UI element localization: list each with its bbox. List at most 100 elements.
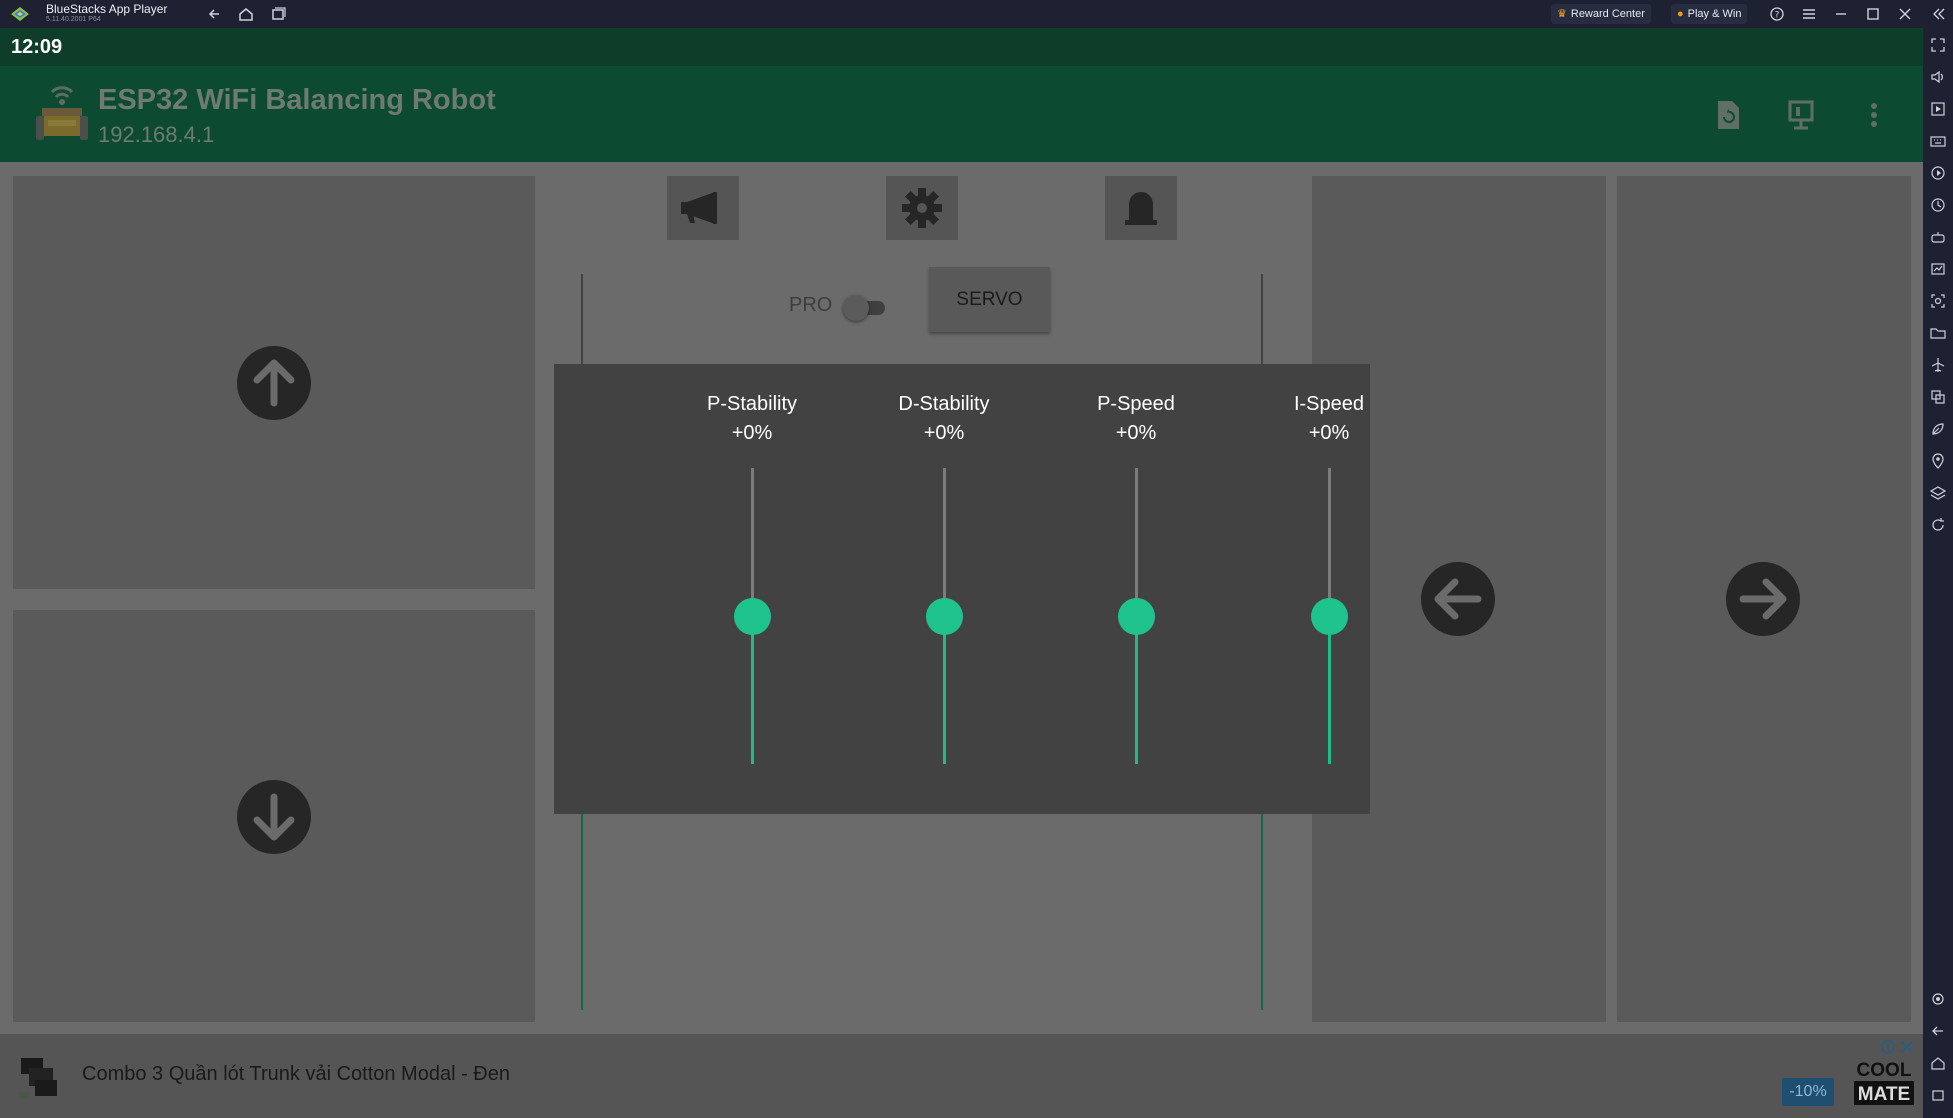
- ad-title[interactable]: Combo 3 Quần lót Trunk vải Cotton Modal …: [82, 1063, 510, 1086]
- help-icon[interactable]: ?: [1767, 4, 1787, 24]
- rotate-icon[interactable]: [1929, 516, 1947, 534]
- multi-instance-icon[interactable]: [1929, 388, 1947, 406]
- ad-product-image: [17, 1052, 63, 1102]
- presentation-icon[interactable]: [1786, 98, 1816, 132]
- bluestacks-logo-icon: [10, 5, 30, 23]
- android-back-icon[interactable]: [1929, 1022, 1947, 1040]
- settings-button[interactable]: [886, 176, 958, 240]
- ad-brand-logo: COOL MATE: [1852, 1054, 1916, 1108]
- back-icon[interactable]: [205, 4, 225, 24]
- recent-apps-icon[interactable]: [268, 4, 288, 24]
- slider-label: D-Stability: [898, 393, 990, 415]
- more-vertical-icon[interactable]: [1859, 98, 1889, 132]
- coin-icon: ●: [1677, 8, 1684, 20]
- slider-label: P-Speed: [1097, 393, 1175, 415]
- alarm-bell-icon: [1125, 192, 1157, 225]
- slider-label: P-Stability: [706, 393, 798, 415]
- bluestacks-titlebar: BlueStacks App Player 5.11.40.2001 P64 ♛…: [0, 0, 1953, 28]
- slider-label: I-Speed: [1293, 393, 1365, 415]
- ad-banner[interactable]: Combo 3 Quần lót Trunk vải Cotton Modal …: [0, 1034, 1923, 1118]
- reward-center-label: Reward Center: [1570, 8, 1645, 20]
- horn-button[interactable]: [667, 176, 739, 240]
- right-guide-line-accent: [1261, 814, 1263, 1010]
- turn-right-pad[interactable]: [1617, 176, 1911, 1022]
- ad-info-icon[interactable]: [1881, 1040, 1895, 1054]
- maximize-icon[interactable]: [1863, 4, 1883, 24]
- bluestacks-sidebar: [1923, 28, 1953, 1118]
- reward-center-button[interactable]: ♛ Reward Center: [1551, 4, 1651, 24]
- arrow-right-icon[interactable]: [1726, 562, 1800, 636]
- left-guide-line: [581, 274, 583, 366]
- eco-mode-icon[interactable]: [1929, 420, 1947, 438]
- close-icon[interactable]: [1895, 4, 1915, 24]
- svg-text:MATE: MATE: [1858, 1084, 1910, 1105]
- crown-icon: ♛: [1557, 8, 1567, 20]
- app-title: ESP32 WiFi Balancing Robot: [98, 84, 496, 116]
- backward-pad[interactable]: [13, 610, 535, 1022]
- slider-p-stability[interactable]: P-Stability +0%: [672, 364, 832, 814]
- svg-text:?: ?: [1775, 11, 1780, 21]
- file-refresh-icon[interactable]: [1713, 98, 1743, 132]
- app-player-version: 5.11.40.2001 P64: [46, 16, 101, 23]
- slider-thumb[interactable]: [734, 597, 771, 635]
- slider-d-stability[interactable]: D-Stability +0%: [864, 364, 1024, 814]
- robot-logo-icon: [34, 78, 90, 144]
- pro-toggle[interactable]: [843, 291, 891, 321]
- screen-record-icon[interactable]: [1929, 100, 1947, 118]
- slider-thumb[interactable]: [1311, 597, 1348, 635]
- slider-fill: [943, 616, 946, 764]
- svg-text:COOL: COOL: [1857, 1060, 1912, 1081]
- home-icon[interactable]: [236, 4, 256, 24]
- arrow-up-icon[interactable]: [237, 346, 311, 420]
- play-win-button[interactable]: ● Play & Win: [1671, 4, 1748, 24]
- play-win-label: Play & Win: [1687, 8, 1742, 20]
- right-guide-line: [1261, 274, 1263, 366]
- robot-ip-address: 192.168.4.1: [98, 122, 215, 147]
- fullscreen-icon[interactable]: [1929, 36, 1947, 54]
- macro-icon[interactable]: [1929, 164, 1947, 182]
- pro-toggle-thumb: [843, 295, 869, 321]
- left-guide-line-accent: [581, 814, 583, 1010]
- ad-discount-badge: -10%: [1782, 1078, 1834, 1106]
- arrow-down-icon[interactable]: [237, 780, 311, 854]
- sync-icon[interactable]: [1929, 196, 1947, 214]
- servo-button[interactable]: SERVO: [929, 267, 1050, 332]
- horn-icon: [681, 192, 717, 224]
- slider-thumb[interactable]: [926, 597, 963, 635]
- slider-thumb[interactable]: [1118, 597, 1155, 635]
- slider-value: +0%: [1308, 422, 1350, 444]
- performance-icon[interactable]: [1929, 260, 1947, 278]
- collapse-sidebar-icon[interactable]: [1928, 4, 1948, 24]
- minimize-icon[interactable]: [1831, 4, 1851, 24]
- ad-close-icon[interactable]: [1900, 1040, 1914, 1054]
- gear-icon: [902, 188, 942, 228]
- slider-p-speed[interactable]: P-Speed +0%: [1056, 364, 1216, 814]
- folder-icon[interactable]: [1929, 324, 1947, 342]
- slider-value: +0%: [731, 422, 773, 444]
- screenshot-icon[interactable]: [1929, 292, 1947, 310]
- slider-value: +0%: [1115, 422, 1157, 444]
- tuning-panel: P-Stability +0% D-Stability +0% P-Speed …: [554, 364, 1370, 814]
- pro-label: PRO: [789, 294, 833, 316]
- menu-icon[interactable]: [1799, 4, 1819, 24]
- forward-pad[interactable]: [13, 176, 535, 589]
- arrow-left-icon[interactable]: [1421, 562, 1495, 636]
- status-bar: 12:09: [0, 28, 1923, 66]
- alarm-button[interactable]: [1105, 176, 1177, 240]
- clock: 12:09: [11, 36, 63, 58]
- layers-icon[interactable]: [1929, 484, 1947, 502]
- app-player-name: BlueStacks App Player: [46, 2, 168, 16]
- game-controls-icon[interactable]: [1929, 228, 1947, 246]
- settings-icon[interactable]: [1929, 990, 1947, 1008]
- location-icon[interactable]: [1929, 452, 1947, 470]
- android-screen: 12:09 ESP32 WiFi Balancing Robot 192.168…: [0, 28, 1923, 1118]
- volume-icon[interactable]: [1929, 68, 1947, 86]
- app-bar: ESP32 WiFi Balancing Robot 192.168.4.1: [0, 66, 1923, 162]
- android-recents-icon[interactable]: [1929, 1086, 1947, 1104]
- airplane-mode-icon[interactable]: [1929, 356, 1947, 374]
- android-home-icon[interactable]: [1929, 1054, 1947, 1072]
- slider-i-speed[interactable]: I-Speed +0%: [1249, 364, 1409, 814]
- slider-fill: [1135, 616, 1138, 764]
- slider-fill: [751, 616, 754, 764]
- keyboard-controls-icon[interactable]: [1929, 132, 1947, 150]
